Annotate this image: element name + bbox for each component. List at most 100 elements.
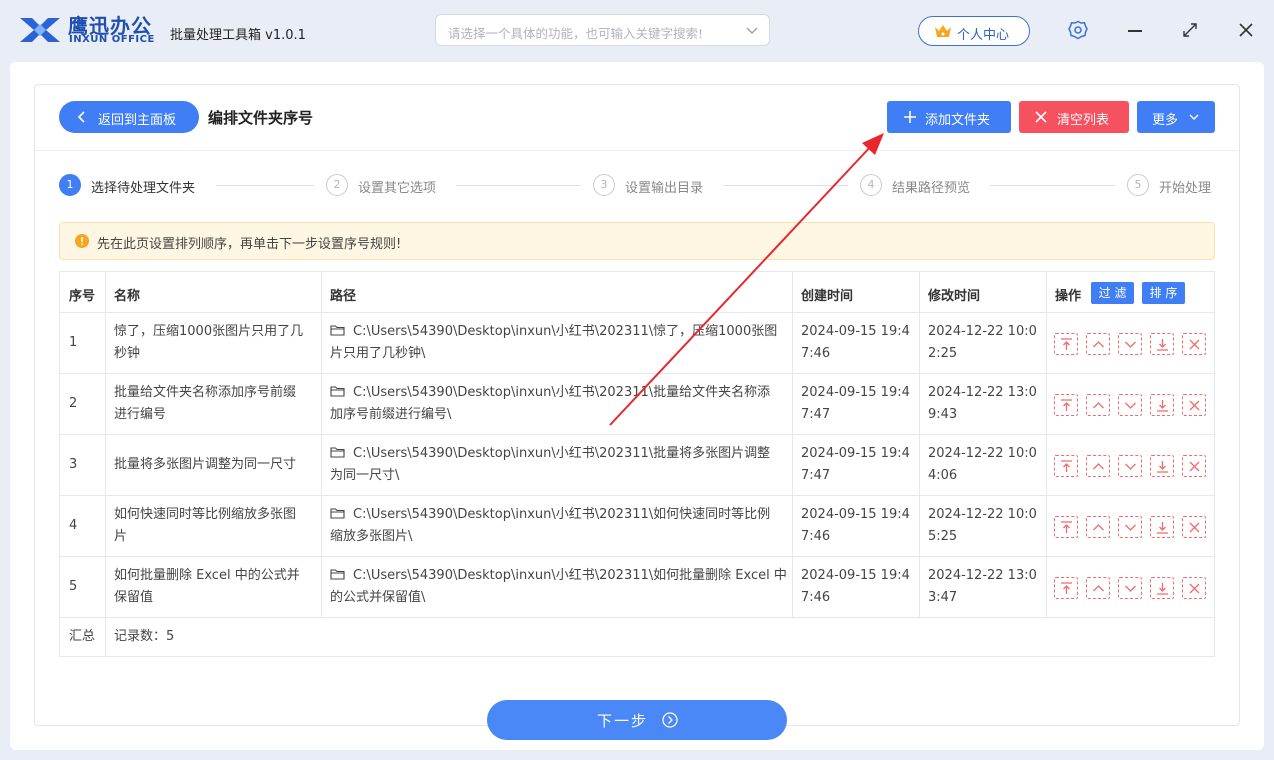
col-header-ops: 操作: [1055, 289, 1082, 304]
move-top-button[interactable]: [1054, 455, 1078, 477]
move-down-icon: [1125, 402, 1136, 409]
move-bottom-button[interactable]: [1150, 333, 1174, 355]
row-name-line1: 如何快速同时等比例缩放多张图: [114, 507, 297, 522]
app-title: 批量处理工具箱 v1.0.1: [170, 28, 306, 43]
notice-banner: 先在此页设置排列顺序，再单击下一步设置序号规则!: [59, 222, 1215, 260]
function-search-input[interactable]: 请选择一个具体的功能，也可输入关键字搜索!: [435, 14, 770, 46]
step-connector: [990, 185, 1115, 186]
col-header-modified: 修改时间: [928, 289, 981, 304]
move-down-icon: [1125, 585, 1136, 592]
move-top-icon: [1061, 521, 1072, 533]
row-name-line1: 批量给文件夹名称添加序号前缀: [114, 385, 297, 400]
row-path-line1: C:\Users\54390\Desktop\inxun\小红书\202311\…: [330, 565, 787, 587]
move-down-button[interactable]: [1118, 394, 1142, 416]
move-bottom-icon: [1157, 461, 1168, 473]
table-row[interactable]: 4 如何快速同时等比例缩放多张图片 C:\Users\54390\Desktop\i…: [60, 496, 1214, 556]
move-top-button[interactable]: [1054, 577, 1078, 599]
chevron-down-icon[interactable]: [745, 23, 759, 37]
row-modified-line1: 2024-12-22 13:0: [928, 385, 1037, 400]
delete-icon: [1189, 339, 1200, 350]
row-index: 5: [69, 579, 78, 594]
step-connector: [723, 185, 848, 186]
move-up-button[interactable]: [1086, 394, 1110, 416]
row-created-line2: 7:47: [801, 468, 831, 483]
delete-icon: [1189, 461, 1200, 472]
row-path-line2: 缩放多张图片\: [330, 529, 413, 544]
step-number: 3: [593, 174, 615, 196]
move-bottom-button[interactable]: [1150, 516, 1174, 538]
delete-button[interactable]: [1182, 333, 1206, 355]
row-modified-line1: 2024-12-22 13:0: [928, 568, 1037, 583]
row-path-text: C:\Users\54390\Desktop\inxun\小红书\202311\…: [353, 568, 787, 583]
move-bottom-button[interactable]: [1150, 394, 1174, 416]
col-header-created: 创建时间: [801, 289, 854, 304]
chevron-left-icon: [77, 111, 85, 123]
move-bottom-icon: [1157, 400, 1168, 412]
row-divider: [60, 617, 1214, 618]
move-up-button[interactable]: [1086, 516, 1110, 538]
sort-button[interactable]: 排 序: [1142, 282, 1185, 304]
move-top-button[interactable]: [1054, 333, 1078, 355]
move-up-button[interactable]: [1086, 577, 1110, 599]
move-down-button[interactable]: [1118, 455, 1142, 477]
row-name-line2: 片: [114, 529, 128, 544]
folder-icon: [330, 386, 345, 397]
delete-button[interactable]: [1182, 394, 1206, 416]
table-row[interactable]: 2 批量给文件夹名称添加序号前缀 进行编号 C:\Users\54390\Deskto…: [60, 374, 1214, 434]
add-folder-button[interactable]: 添加文件夹: [887, 101, 1011, 133]
folder-icon: [330, 508, 345, 519]
notice-text: 先在此页设置排列顺序，再单击下一步设置序号规则!: [97, 237, 402, 252]
move-top-button[interactable]: [1054, 516, 1078, 538]
gear-icon[interactable]: [1068, 20, 1088, 40]
next-step-button[interactable]: 下一步: [487, 700, 787, 740]
table-row[interactable]: 3 批量将多张图片调整为同一尺寸 C:\Users\54390\Desktop\in…: [60, 435, 1214, 495]
folder-icon: [330, 325, 345, 336]
user-center-button[interactable]: 个人中心: [918, 16, 1030, 46]
row-created-line2: 7:46: [801, 529, 831, 544]
delete-button[interactable]: [1182, 577, 1206, 599]
move-down-button[interactable]: [1118, 333, 1142, 355]
move-up-button[interactable]: [1086, 455, 1110, 477]
row-created-line2: 7:46: [801, 346, 831, 361]
move-bottom-button[interactable]: [1150, 455, 1174, 477]
row-created-line1: 2024-09-15 19:4: [801, 385, 910, 400]
move-up-button[interactable]: [1086, 333, 1110, 355]
move-up-icon: [1093, 463, 1104, 470]
close-icon[interactable]: [1237, 21, 1255, 39]
row-modified-line2: 5:25: [928, 529, 958, 544]
clear-list-button[interactable]: 清空列表: [1019, 101, 1129, 133]
move-down-button[interactable]: [1118, 577, 1142, 599]
filter-button[interactable]: 过 滤: [1091, 282, 1134, 304]
move-down-button[interactable]: [1118, 516, 1142, 538]
table-row[interactable]: 5 如何批量删除 Excel 中的公式并 保留值 C:\Users\54390\Des…: [60, 557, 1214, 617]
next-step-label: 下一步: [597, 712, 649, 730]
move-down-icon: [1125, 524, 1136, 531]
delete-button[interactable]: [1182, 516, 1206, 538]
move-top-icon: [1061, 338, 1072, 350]
minimize-button[interactable]: [1128, 30, 1142, 32]
close-icon: [1035, 111, 1047, 123]
row-index: 2: [69, 396, 78, 411]
crown-icon: [935, 25, 951, 37]
table-row[interactable]: 1 惊了，压缩1000张图片只用了几 秒钟 C:\Users\54390\Deskto…: [60, 313, 1214, 373]
move-bottom-icon: [1157, 339, 1168, 351]
step-number: 5: [1127, 174, 1149, 196]
row-path-line2: 片只用了几秒钟\: [330, 346, 426, 361]
row-created-line1: 2024-09-15 19:4: [801, 507, 910, 522]
row-path-line2: 的公式并保留值\: [330, 590, 426, 605]
move-up-icon: [1093, 524, 1104, 531]
folder-table: 序号 名称 路径 创建时间 修改时间 操作 过 滤 排 序 1 惊了，压缩1000…: [59, 271, 1215, 657]
delete-button[interactable]: [1182, 455, 1206, 477]
row-modified-line2: 3:47: [928, 590, 958, 605]
move-bottom-button[interactable]: [1150, 577, 1174, 599]
row-path-line2: 为同一尺寸\: [330, 468, 400, 483]
header-divider: [35, 150, 1239, 151]
row-path-line2: 加序号前缀进行编号\: [330, 407, 452, 422]
maximize-icon[interactable]: [1182, 22, 1198, 38]
back-to-dashboard-button[interactable]: 返回到主面板: [59, 101, 199, 133]
clear-list-label: 清空列表: [1057, 113, 1110, 128]
more-button[interactable]: 更多: [1137, 101, 1215, 133]
move-top-icon: [1061, 399, 1072, 411]
step-label: 设置其它选项: [358, 181, 437, 196]
move-top-button[interactable]: [1054, 394, 1078, 416]
